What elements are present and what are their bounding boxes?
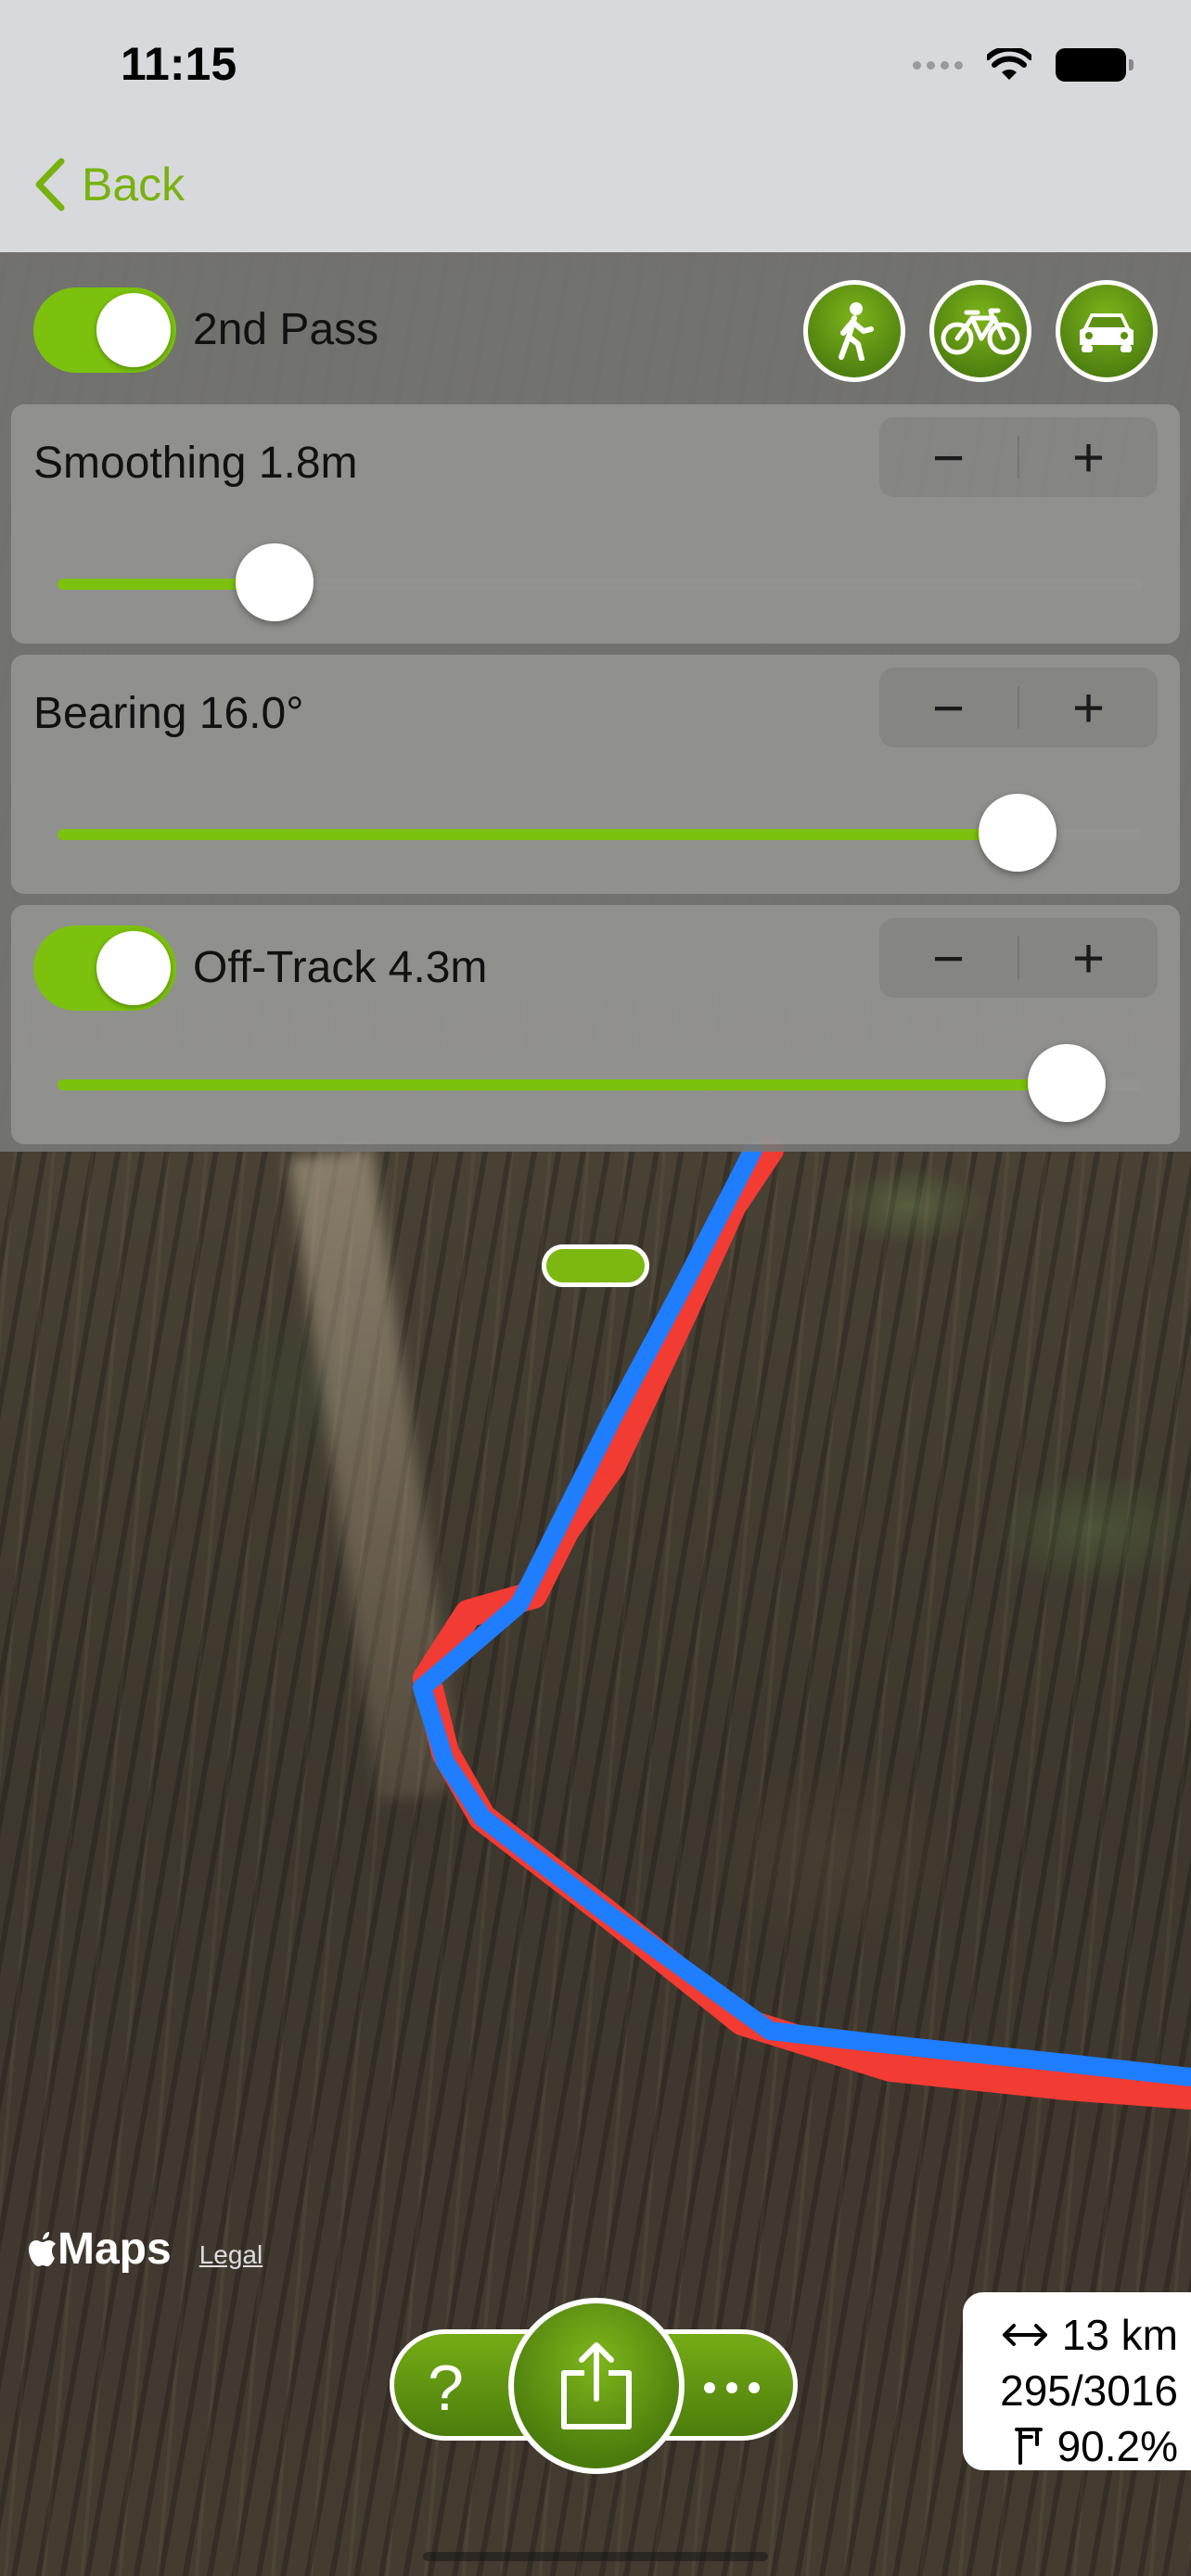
maps-attribution: Maps Legal [28,2224,263,2275]
maps-label: Maps [58,2225,172,2274]
off-track-decrement-button[interactable]: − [879,918,1018,998]
bearing-increment-button[interactable]: + [1019,668,1158,747]
settings-panel: 2nd Pass Smoothing 1.8m − + Bearing 16.0… [0,252,1191,1152]
ratio-row: 90.2% [976,2418,1178,2474]
distance-row: 13 km [976,2307,1178,2363]
maps-logo: Maps [28,2224,172,2275]
apple-logo-icon [29,2232,56,2266]
legal-link[interactable]: Legal [199,2240,263,2270]
back-label: Back [82,159,186,210]
ratio-value: 90.2% [1057,2422,1178,2470]
signal-icon [913,60,963,70]
car-mode-button[interactable] [1056,280,1158,382]
off-track-slider-thumb[interactable] [1028,1044,1107,1122]
status-time: 11:15 [121,38,237,90]
walk-mode-button[interactable] [803,280,905,382]
raw-track-line [413,1136,1191,2110]
bike-mode-button[interactable] [929,280,1031,382]
smoothing-card: Smoothing 1.8m − + [11,404,1180,644]
smoothing-slider[interactable] [58,543,1143,621]
more-dot [726,2382,737,2393]
off-track-label: Off-Track 4.3m [193,943,488,992]
share-button[interactable] [508,2298,685,2474]
road-sign-icon [1014,2428,1043,2465]
bearing-stepper: − + [879,668,1158,747]
smoothing-slider-thumb[interactable] [236,543,314,621]
off-track-toggle[interactable] [33,925,176,1011]
walking-person-icon [839,302,874,361]
points-row: 295/3016 [976,2363,1178,2418]
smoothing-stepper: − + [879,417,1158,497]
points-value: 295/3016 [1000,2366,1178,2415]
status-icons [913,48,1133,82]
wifi-icon [987,48,1031,80]
share-icon [561,2342,632,2429]
off-track-card: Off-Track 4.3m − + [11,905,1180,1144]
bearing-card: Bearing 16.0° − + [11,655,1180,894]
chevron-left-icon [35,158,65,211]
distance-value: 13 km [1061,2311,1178,2359]
second-pass-label: 2nd Pass [193,305,379,354]
stats-panel: 13 km 295/3016 90.2% [963,2292,1191,2470]
smoothing-label: Smoothing 1.8m [33,439,358,488]
more-dot [704,2382,715,2393]
navigation-bar: 11:15 Back [0,0,1191,252]
bearing-decrement-button[interactable]: − [879,668,1018,747]
panel-header: 2nd Pass [0,252,1191,401]
off-track-increment-button[interactable]: + [1019,918,1158,998]
smoothing-decrement-button[interactable]: − [879,417,1018,497]
more-button[interactable] [704,2382,760,2393]
bearing-label: Bearing 16.0° [33,689,304,738]
bearing-slider-thumb[interactable] [979,794,1057,872]
second-pass-toggle[interactable] [33,287,176,373]
battery-icon [1056,48,1133,82]
matched-track-line [413,1141,1191,2086]
back-button[interactable]: Back [33,158,185,211]
smoothing-increment-button[interactable]: + [1019,417,1158,497]
car-icon [1080,313,1133,352]
help-button[interactable]: ? [428,2351,464,2425]
off-track-slider[interactable] [58,1044,1143,1122]
bearing-slider[interactable] [58,794,1143,872]
panel-grabber-handle[interactable] [542,1244,649,1287]
off-track-stepper: − + [879,918,1158,998]
more-dot [749,2382,760,2393]
home-indicator [423,2552,768,2561]
bicycle-icon [941,308,1020,355]
horizontal-arrows-icon [1002,2324,1047,2346]
